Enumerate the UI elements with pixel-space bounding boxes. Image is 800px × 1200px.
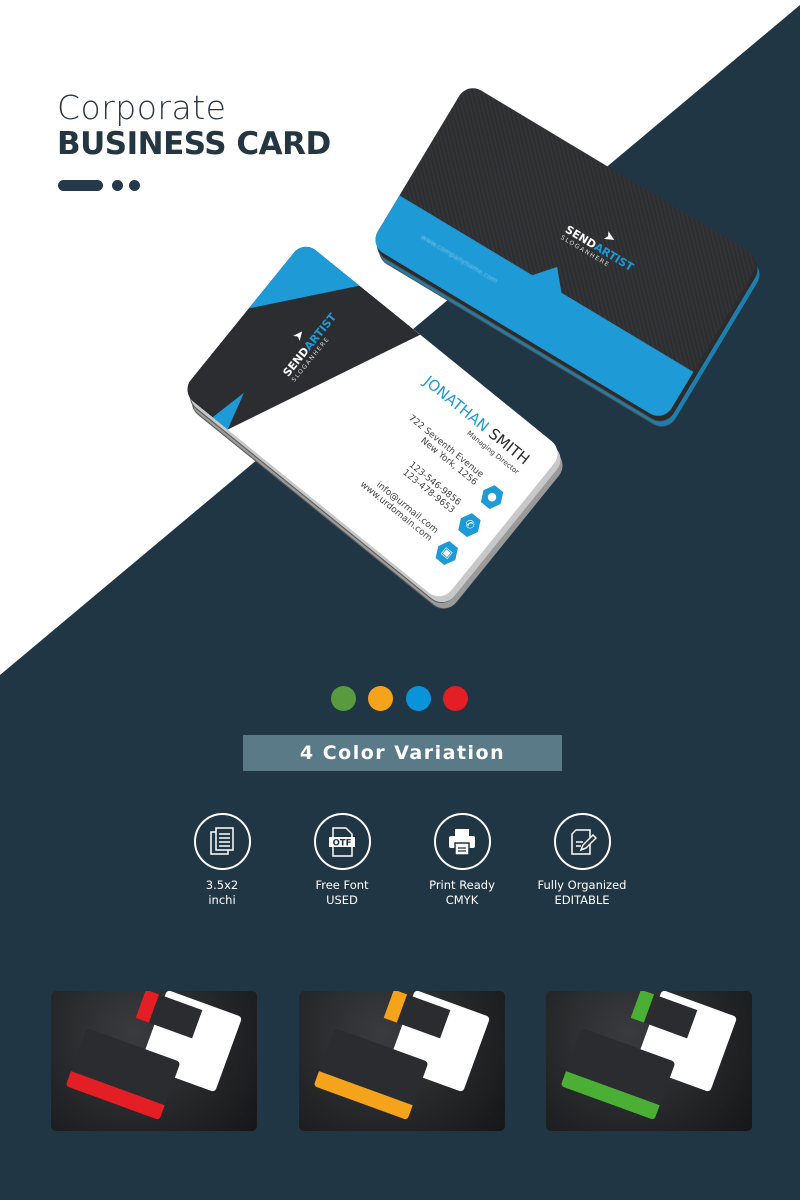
thumbnail-green[interactable]	[546, 991, 752, 1131]
feature-sublabel: CMYK	[445, 893, 479, 907]
feature-font: OTF Free Font USED	[282, 813, 402, 908]
feature-editable: Fully Organized EDITABLE	[522, 813, 642, 908]
feature-label: Print Ready	[429, 878, 495, 892]
color-swatch-red	[443, 686, 468, 711]
feature-label: Fully Organized	[537, 878, 627, 892]
color-swatch-green	[331, 686, 356, 711]
feature-sublabel: USED	[326, 893, 358, 907]
feature-size: 3.5x2 inchi	[162, 813, 282, 908]
decor-dot	[112, 180, 123, 191]
location-pin-icon: ●	[477, 482, 508, 513]
web-icon: ▣	[431, 538, 462, 569]
color-variation-banner: 4 Color Variation	[243, 735, 562, 771]
color-swatch-blue	[406, 686, 431, 711]
otf-file-icon: OTF	[313, 813, 371, 870]
feature-sublabel: inchi	[208, 893, 236, 907]
printer-icon	[433, 813, 491, 870]
decor-dash	[58, 180, 103, 191]
thumbnail-red[interactable]	[51, 991, 257, 1131]
phone-icon: ✆	[454, 510, 485, 541]
svg-text:OTF: OTF	[333, 838, 352, 848]
feature-print: Print Ready CMYK	[402, 813, 522, 908]
brand-logo: ➤ SENDARTIST SLOGANHERE	[559, 209, 644, 280]
feature-sublabel: EDITABLE	[554, 893, 610, 907]
edit-document-icon	[553, 813, 611, 870]
color-swatch-orange	[368, 686, 393, 711]
feature-label: Free Font	[315, 878, 369, 892]
title-light: Corporate	[57, 88, 227, 127]
thumbnail-orange[interactable]	[299, 991, 505, 1131]
first-name: JONATHAN	[420, 372, 493, 436]
document-icon	[193, 813, 251, 870]
feature-label: 3.5x2	[205, 878, 239, 892]
title-bold: BUSINESS CARD	[57, 126, 331, 162]
decor-dot	[129, 180, 140, 191]
